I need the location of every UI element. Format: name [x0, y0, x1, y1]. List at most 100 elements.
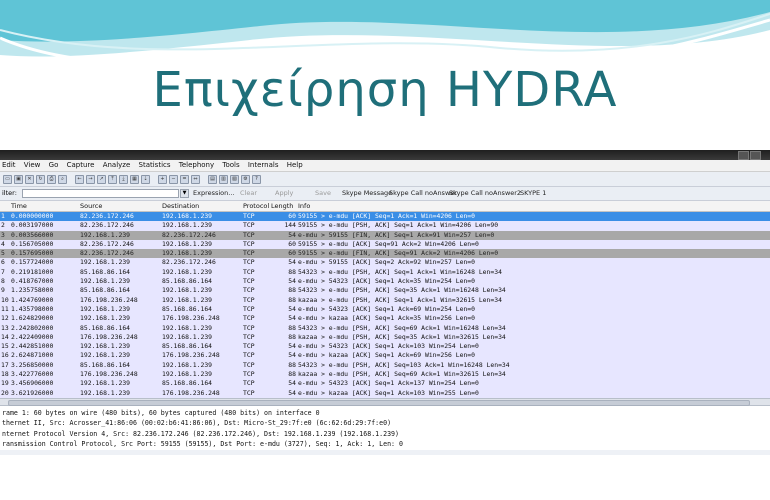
menu-analyze[interactable]: Analyze: [103, 161, 131, 169]
packet-source: 192.168.1.239: [80, 379, 131, 388]
packet-source: 192.168.1.239: [80, 230, 131, 239]
packet-number: 15: [1, 342, 9, 351]
colorize-icon[interactable]: ▦: [130, 175, 139, 184]
skype-message-button[interactable]: Skype Message: [342, 187, 392, 200]
display-filters-icon[interactable]: ▥: [219, 175, 228, 184]
column-length[interactable]: Length: [271, 201, 293, 211]
scrollbar-thumb[interactable]: [8, 400, 750, 406]
menu-telephony[interactable]: Telephony: [179, 161, 214, 169]
minimize-icon[interactable]: [738, 151, 749, 160]
bottom-icon[interactable]: ⤓: [119, 175, 128, 184]
detail-line[interactable]: rame 1: 60 bytes on wire (480 bits), 60 …: [0, 408, 770, 418]
detail-line[interactable]: ransmission Control Protocol, Src Port: …: [0, 439, 770, 449]
menu-statistics[interactable]: Statistics: [139, 161, 171, 169]
filter-dropdown-icon[interactable]: ▼: [180, 189, 189, 198]
packet-destination: 192.168.1.239: [162, 221, 213, 230]
zoom-out-icon[interactable]: −: [169, 175, 178, 184]
menu-tools[interactable]: Tools: [222, 161, 239, 169]
packet-row[interactable]: 18 3.422776000 176.198.236.248 192.168.1.23…: [0, 370, 770, 380]
packet-row[interactable]: 1 0.000000000 82.236.172.246 192.168.1.239 T…: [0, 212, 770, 222]
packet-time: 0.000000000: [11, 212, 54, 220]
packet-row[interactable]: 7 0.219181000 85.168.86.164 192.168.1.239 TC…: [0, 267, 770, 278]
packet-row[interactable]: 11 1.435798000 192.168.1.239 85.168.86.164 T…: [0, 304, 770, 315]
menu-internals[interactable]: Internals: [248, 161, 279, 169]
goto-icon[interactable]: ↗: [97, 175, 106, 184]
column-source[interactable]: Source: [80, 201, 102, 211]
apply-button[interactable]: Apply: [275, 187, 293, 200]
expression-button[interactable]: Expression...: [193, 187, 234, 200]
column-destination[interactable]: Destination: [162, 201, 199, 211]
packet-row[interactable]: 5 0.157695000 82.236.172.246 192.168.1.239 T…: [0, 249, 770, 259]
help-icon[interactable]: ?: [252, 175, 261, 184]
packet-length: 88: [288, 323, 296, 332]
packet-row[interactable]: 15 2.442851000 192.168.1.239 85.168.86.164 T…: [0, 342, 770, 352]
autoscroll-icon[interactable]: ⇣: [141, 175, 150, 184]
packet-protocol: TCP: [243, 221, 255, 230]
close-icon[interactable]: ✕: [25, 175, 34, 184]
top-icon[interactable]: ⤒: [108, 175, 117, 184]
slide-title: Επιχείρηση HYDRA: [152, 62, 618, 118]
packet-row[interactable]: 13 2.242802000 85.168.86.164 192.168.1.239 T…: [0, 323, 770, 333]
clear-button[interactable]: Clear: [240, 187, 257, 200]
packet-source: 82.236.172.246: [80, 221, 134, 230]
packet-row[interactable]: 8 0.418767000 192.168.1.239 85.168.86.164 TC…: [0, 277, 770, 287]
packet-source: 85.168.86.164: [80, 267, 131, 276]
zoom-in-icon[interactable]: +: [158, 175, 167, 184]
skype-call-noanswer-button[interactable]: Skype Call noAnswer: [389, 187, 457, 200]
find-icon[interactable]: ⌕: [58, 175, 67, 184]
packet-row[interactable]: 20 3.621926000 192.168.1.239 176.198.236.24…: [0, 388, 770, 398]
packet-row[interactable]: 4 0.156705000 82.236.172.246 192.168.1.239 T…: [0, 239, 770, 250]
packet-info: kazaa > e-mdu [PSH, ACK] Seq=1 Ack=1 Win…: [298, 295, 502, 304]
packet-row[interactable]: 2 0.003197000 82.236.172.246 192.168.1.239 T…: [0, 221, 770, 231]
column-protocol[interactable]: Protocol: [243, 201, 269, 211]
packet-source: 192.168.1.239: [80, 304, 131, 313]
column-info[interactable]: Info: [298, 201, 310, 211]
detail-line[interactable]: thernet II, Src: Acrosser_41:86:06 (00:0…: [0, 418, 770, 428]
save-icon[interactable]: ▣: [14, 175, 23, 184]
packet-number: 10: [1, 295, 9, 304]
packet-length: 88: [288, 295, 296, 304]
save-filter-button[interactable]: Save: [315, 187, 331, 200]
menu-capture[interactable]: Capture: [67, 161, 95, 169]
packet-row[interactable]: 9 1.235758000 85.168.86.164 192.168.1.239 TC…: [0, 286, 770, 296]
preferences-icon[interactable]: ⚙: [241, 175, 250, 184]
horizontal-scrollbar[interactable]: [0, 398, 770, 406]
packet-row[interactable]: 16 2.624871000 192.168.1.239 176.198.236.24…: [0, 351, 770, 361]
packet-length: 54: [288, 230, 296, 239]
packet-row[interactable]: 10 1.424769000 176.198.236.248 192.168.1.23…: [0, 295, 770, 305]
maximize-icon[interactable]: [750, 151, 761, 160]
menu-view[interactable]: View: [24, 161, 41, 169]
packet-row[interactable]: 3 0.003566000 192.168.1.239 82.236.172.246 T…: [0, 230, 770, 240]
packet-length: 88: [288, 370, 296, 379]
skype-call-noanswer2-button[interactable]: Skype Call noAnswer2: [449, 187, 521, 200]
packet-source: 85.168.86.164: [80, 323, 131, 332]
packet-row[interactable]: 12 1.624829000 192.168.1.239 176.198.236.24…: [0, 314, 770, 324]
packet-length: 54: [288, 351, 296, 360]
packet-destination: 192.168.1.239: [162, 332, 213, 341]
forward-icon[interactable]: →: [86, 175, 95, 184]
zoom-normal-icon[interactable]: =: [180, 175, 189, 184]
detail-line[interactable]: nternet Protocol Version 4, Src: 82.236.…: [0, 429, 770, 439]
packet-row[interactable]: 19 3.456906000 192.168.1.239 85.168.86.164 T…: [0, 379, 770, 389]
menu-help[interactable]: Help: [287, 161, 303, 169]
packet-time: 2.422409000: [11, 332, 54, 341]
filter-input[interactable]: [22, 189, 179, 198]
packet-row[interactable]: 6 0.157724000 192.168.1.239 82.236.172.246 T…: [0, 258, 770, 268]
coloring-rules-icon[interactable]: ▧: [230, 175, 239, 184]
packet-row[interactable]: 14 2.422409000 176.198.236.248 192.168.1.23…: [0, 332, 770, 343]
back-icon[interactable]: ←: [75, 175, 84, 184]
skype1-button[interactable]: SKYPE 1: [520, 187, 546, 200]
resize-columns-icon[interactable]: ⇔: [191, 175, 200, 184]
packet-number: 5: [1, 249, 5, 258]
open-icon[interactable]: ▭: [3, 175, 12, 184]
menu-edit[interactable]: Edit: [2, 161, 16, 169]
packet-info: 59155 > e-mdu [ACK] Seq=91 Ack=2 Win=420…: [298, 239, 479, 248]
packet-protocol: TCP: [243, 314, 255, 323]
capture-filters-icon[interactable]: ▤: [208, 175, 217, 184]
print-icon[interactable]: ⎙: [47, 175, 56, 184]
menu-go[interactable]: Go: [49, 161, 59, 169]
column-time[interactable]: Time: [11, 201, 27, 211]
packet-row[interactable]: 17 3.256850000 85.168.86.164 192.168.1.239 T…: [0, 360, 770, 371]
packet-info: 59155 > e-mdu [FIN, ACK] Seq=91 Ack=2 Wi…: [298, 249, 499, 258]
reload-icon[interactable]: ↻: [36, 175, 45, 184]
